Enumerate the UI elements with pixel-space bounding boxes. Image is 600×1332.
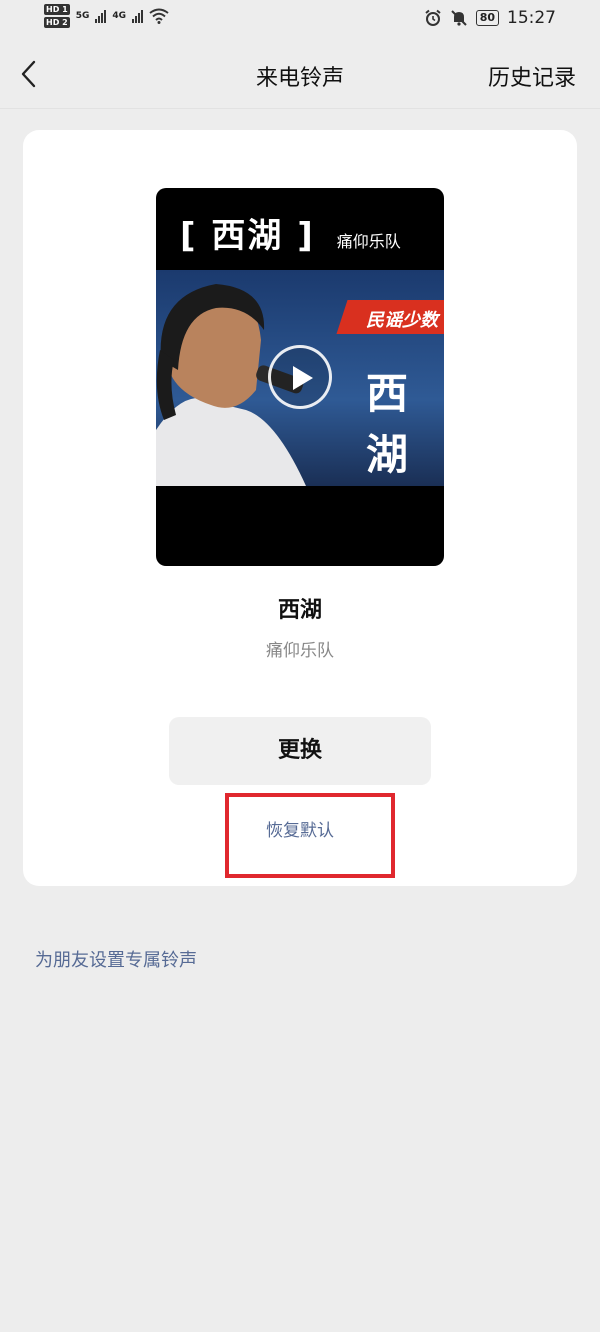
alarm-icon <box>425 9 441 26</box>
signal-icon <box>95 9 107 23</box>
restore-default-button[interactable]: 恢复默认 <box>225 816 375 841</box>
song-title: 西湖 <box>277 598 322 623</box>
play-icon <box>293 366 313 390</box>
cover-song-title: [ 西湖 ] <box>180 216 315 256</box>
cover-ribbon-text: 民谣少数 <box>366 310 438 331</box>
cover-header: [ 西湖 ] 痛仰乐队 <box>180 208 401 257</box>
status-bar: HD 1 HD 2 5G 4G 80 15:27 <box>0 0 600 40</box>
hd-indicators: HD 1 HD 2 <box>44 4 70 28</box>
ringtone-card: [ 西湖 ] 痛仰乐队 民谣少数 西 湖 西湖 痛仰乐队 更换 恢复默认 <box>23 130 577 886</box>
network-4g-label: 4G <box>112 11 126 21</box>
network-5g-label: 5G <box>75 11 90 21</box>
status-left: HD 1 HD 2 5G 4G <box>44 4 169 28</box>
hd2-badge: HD 2 <box>44 17 70 28</box>
nav-bar: 来电铃声 历史记录 <box>0 40 600 109</box>
cover-photo: 民谣少数 西 湖 <box>156 270 444 486</box>
play-button[interactable] <box>268 345 332 409</box>
wifi-icon <box>149 8 169 24</box>
mute-bell-icon <box>450 10 467 26</box>
signal-icon <box>132 9 143 23</box>
status-time: 15:27 <box>507 8 556 28</box>
song-artist: 痛仰乐队 <box>266 641 334 661</box>
album-cover: [ 西湖 ] 痛仰乐队 民谣少数 西 湖 <box>156 188 444 566</box>
history-button[interactable]: 历史记录 <box>488 60 576 92</box>
friend-ringtone-link[interactable]: 为朋友设置专属铃声 <box>35 946 197 972</box>
hd1-badge: HD 1 <box>44 4 70 15</box>
battery-indicator: 80 <box>475 10 499 26</box>
cover-artist: 痛仰乐队 <box>336 232 401 251</box>
change-ringtone-button[interactable]: 更换 <box>169 717 431 785</box>
status-right: 80 15:27 <box>424 8 556 28</box>
cover-big-text: 西 湖 <box>366 369 427 479</box>
